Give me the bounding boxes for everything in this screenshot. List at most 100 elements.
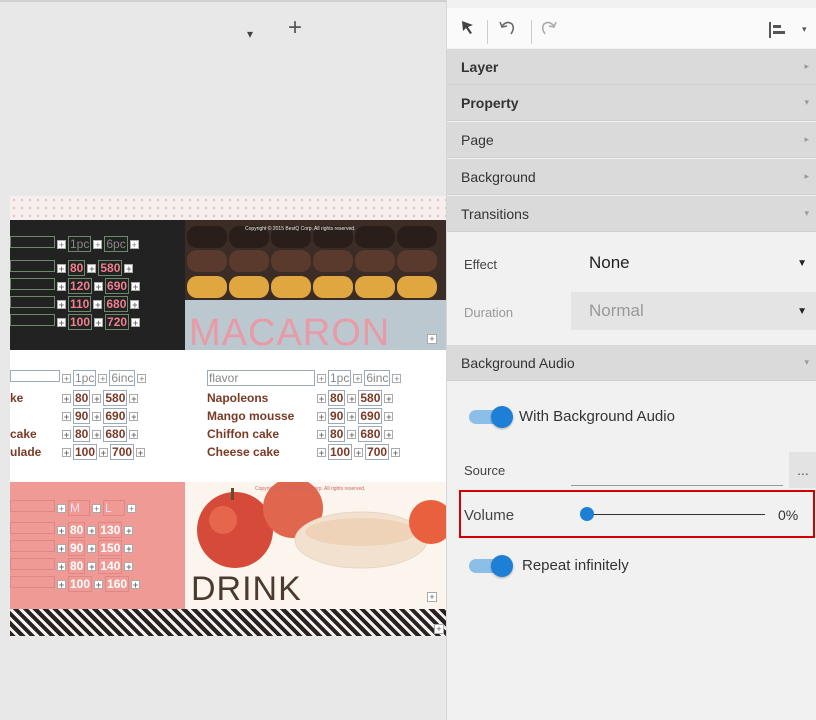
section-property[interactable]: Property ▾ (447, 85, 816, 121)
align-icon[interactable] (767, 20, 787, 40)
effect-value: None (589, 253, 630, 272)
header-cell: 6pc (104, 236, 128, 252)
source-field[interactable] (571, 485, 783, 486)
volume-slider-track[interactable] (585, 514, 765, 515)
macaron-photo[interactable]: Copyright © 2015 BestQ Corp. All rights … (185, 220, 446, 350)
price-cell: 690 (103, 408, 128, 424)
drink-price-table[interactable]: + M + L + +80 +130 + +90 +150 + +80 +140 + +100 +16… (10, 482, 185, 609)
section-layer[interactable]: Layer ▸ (447, 49, 816, 85)
dotted-header-band (10, 196, 446, 220)
add-element-icon[interactable]: + (434, 624, 444, 634)
properties-panel: ▾ Layer ▸ Property ▾ Page ▸ Background ▸… (446, 0, 816, 720)
volume-label: Volume (464, 507, 515, 524)
table-row[interactable]: +90 +690 + (10, 408, 140, 424)
section-transitions[interactable]: Transitions ▾ (447, 196, 816, 232)
price-cell: 80 (73, 426, 91, 442)
header-cell: 1pc (68, 236, 92, 252)
table-row[interactable]: Chiffon cake +80 +680 + (207, 426, 395, 442)
price-cell: 580 (98, 260, 123, 276)
table-row[interactable]: +80 +140 + (10, 558, 135, 574)
item-name: Cheese cake (207, 445, 280, 459)
price-cell: 80 (68, 260, 86, 276)
table-row[interactable]: cake +80 +680 + (10, 426, 140, 442)
table-row[interactable]: +100 +160 + (10, 576, 142, 592)
price-cell: 90 (328, 408, 346, 424)
duration-dropdown[interactable]: Normal ▼ (571, 292, 816, 330)
undo-icon[interactable] (497, 18, 517, 38)
page-menu-caret-icon[interactable]: ▾ (247, 22, 253, 46)
cake-price-table[interactable]: +1pc +6inc + ke +80 +580 + +90 +690 + cake +80 +6… (10, 350, 446, 482)
table-header-row: +1pc +6pc + (10, 236, 180, 252)
menu-page-canvas[interactable]: +1pc +6pc + +80 +580 + +120 +690 + +110 +680 + +… (10, 196, 446, 636)
align-dropdown-caret-icon[interactable]: ▾ (802, 24, 807, 35)
price-cell: 100 (328, 444, 353, 460)
price-cell: 680 (103, 426, 128, 442)
table-row[interactable]: Cheese cake +100 +700 + (207, 444, 402, 460)
price-cell: 90 (73, 408, 91, 424)
volume-slider-thumb[interactable] (580, 507, 594, 521)
price-cell: 700 (365, 444, 390, 460)
price-cell: 720 (105, 314, 130, 330)
repeat-infinitely-toggle[interactable] (469, 554, 513, 577)
item-name: Chiffon cake (207, 427, 280, 441)
price-cell: 110 (68, 296, 92, 312)
price-cell: 130 (98, 522, 123, 538)
table-row[interactable]: +80 +580 + (10, 260, 135, 276)
table-row[interactable]: +90 +150 + (10, 540, 135, 556)
add-element-icon[interactable]: + (427, 592, 437, 602)
effect-dropdown[interactable]: None ▼ (571, 244, 816, 282)
redo-icon[interactable] (539, 18, 559, 38)
header-cell: 6inc (364, 370, 391, 386)
header-cell: flavor (207, 370, 315, 386)
item-name: ulade (10, 445, 42, 459)
price-cell: 690 (105, 278, 130, 294)
price-cell: 80 (68, 522, 86, 538)
chevron-down-icon: ▾ (804, 208, 809, 218)
section-label: Page (461, 132, 494, 148)
table-row[interactable]: ulade +100 +700 + (10, 444, 147, 460)
price-cell: 140 (98, 558, 123, 574)
table-header-row: flavor +1pc +6inc + (207, 370, 402, 386)
chevron-down-icon: ▼ (797, 306, 807, 317)
price-cell: 580 (358, 390, 383, 406)
macaron-row (185, 276, 446, 298)
table-row[interactable]: +110 +680 + (10, 296, 141, 312)
header-cell: L (103, 500, 125, 516)
price-cell: 680 (358, 426, 383, 442)
price-cell: 700 (110, 444, 135, 460)
source-browse-button[interactable]: ... (789, 452, 816, 488)
toggle-knob (491, 555, 513, 577)
with-background-audio-toggle[interactable] (469, 405, 513, 428)
toolbar-divider (487, 20, 488, 44)
volume-value: 0% (778, 507, 799, 523)
macaron-copyright: Copyright © 2015 BestQ Corp. All rights … (245, 226, 356, 232)
section-page[interactable]: Page ▸ (447, 122, 816, 158)
table-row[interactable]: +120 +690 + (10, 278, 142, 294)
macaron-price-table[interactable]: +1pc +6pc + +80 +580 + +120 +690 + +110 +680 + +… (10, 220, 185, 350)
macaron-title[interactable]: MACARON (189, 312, 390, 350)
table-header-row: + M + L + (10, 500, 138, 516)
price-cell: 150 (98, 540, 123, 556)
table-row[interactable]: Napoleons +80 +580 + (207, 390, 395, 406)
table-row[interactable]: +80 +130 + (10, 522, 135, 538)
section-background[interactable]: Background ▸ (447, 159, 816, 195)
section-label: Background Audio (461, 355, 575, 371)
select-arrow-icon[interactable] (459, 18, 477, 36)
drink-photo[interactable]: Copyright © 2015 BestQ Corp. All rights … (185, 482, 446, 609)
striped-footer-band (10, 609, 446, 636)
table-row[interactable]: ke +80 +580 + (10, 390, 140, 406)
add-element-icon[interactable]: + (427, 334, 437, 344)
item-name: Mango mousse (207, 409, 295, 423)
price-cell: 100 (68, 314, 93, 330)
table-row[interactable]: +100 +720 + (10, 314, 142, 330)
price-cell: 680 (104, 296, 129, 312)
canvas-top-border (0, 0, 446, 2)
price-cell: 690 (358, 408, 383, 424)
effect-label: Effect (464, 257, 498, 272)
table-row[interactable]: Mango mousse +90 +690 + (207, 408, 395, 424)
toggle-knob (491, 406, 513, 428)
section-background-audio[interactable]: Background Audio ▾ (447, 345, 816, 381)
repeat-infinitely-label: Repeat infinitely (522, 557, 629, 574)
drink-title[interactable]: DRINK (191, 570, 302, 609)
add-page-button[interactable]: + (288, 16, 302, 40)
